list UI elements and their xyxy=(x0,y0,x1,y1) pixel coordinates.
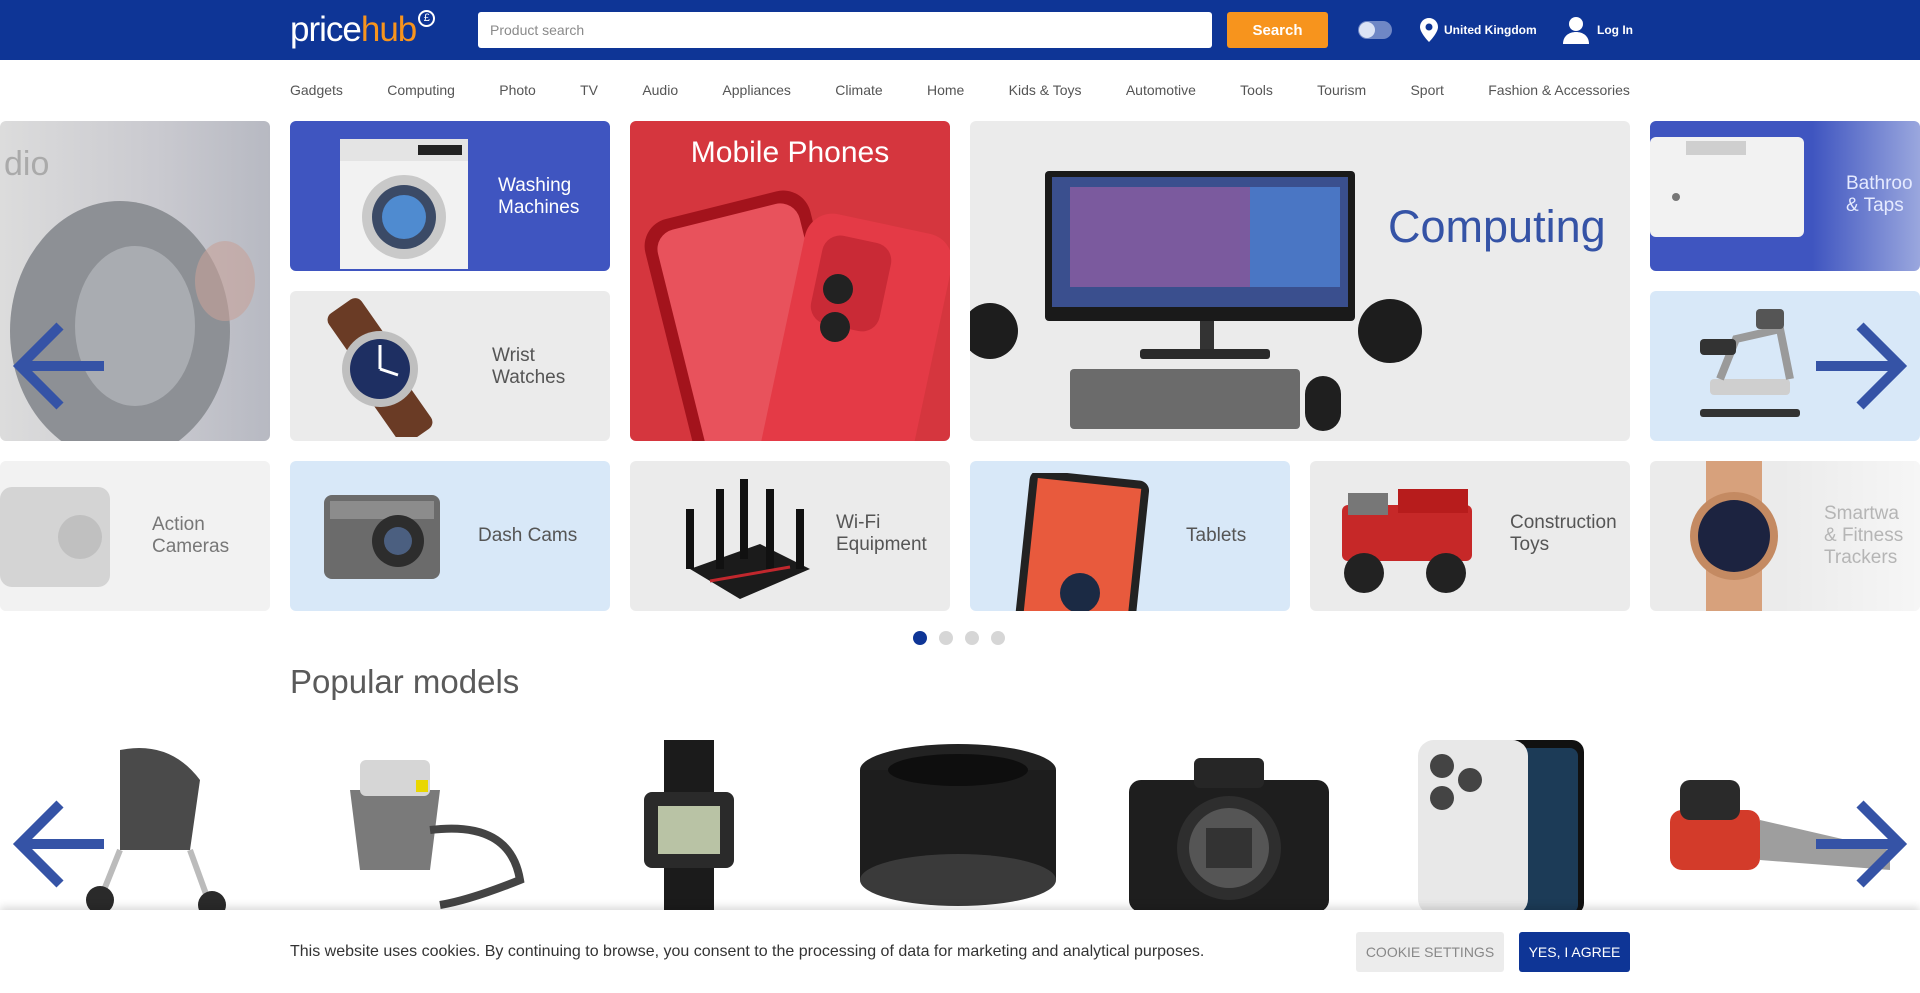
tile-bathroom-taps[interactable]: Bathroo & Taps xyxy=(1650,121,1920,271)
toy-truck-image xyxy=(1342,489,1472,593)
nav-item-fashion-accessories[interactable]: Fashion & Accessories xyxy=(1488,82,1630,98)
tile-tablets[interactable]: Tablets xyxy=(970,461,1290,611)
dash-cam-image xyxy=(324,495,440,579)
tile-label-washing-machines: Washing Machines xyxy=(498,175,580,218)
products-next-arrow[interactable] xyxy=(1808,794,1908,894)
washing-machine-image xyxy=(340,139,468,269)
product-camera-lens[interactable] xyxy=(858,740,1058,915)
carousel-dot-3[interactable] xyxy=(965,631,979,645)
tile-wrist-watches[interactable]: Wrist Watches xyxy=(290,291,610,441)
login-link[interactable]: Log In xyxy=(1563,15,1633,45)
nav-item-tools[interactable]: Tools xyxy=(1240,82,1273,98)
currency-badge: £ xyxy=(418,10,436,27)
tile-label-wifi-equipment: Wi-Fi Equipment xyxy=(836,512,927,555)
nav-item-sport[interactable]: Sport xyxy=(1410,82,1443,98)
login-label: Log In xyxy=(1597,23,1633,37)
nav-item-tv[interactable]: TV xyxy=(580,82,598,98)
smartphone-image xyxy=(644,190,950,441)
user-icon xyxy=(1563,17,1589,44)
carousel-prev-arrow[interactable] xyxy=(12,316,112,416)
smartwatch-image xyxy=(1690,461,1778,611)
product-wet-vacuum[interactable] xyxy=(320,740,530,915)
tile-mobile-phones[interactable]: Mobile Phones xyxy=(630,121,950,441)
nav-item-tourism[interactable]: Tourism xyxy=(1317,82,1366,98)
carousel-dot-2[interactable] xyxy=(939,631,953,645)
tile-label-construction-toys: Construction Toys xyxy=(1510,512,1617,555)
tile-fade-overlay xyxy=(0,461,270,611)
tablet-image xyxy=(1014,473,1150,611)
tile-washing-machines[interactable]: Washing Machines xyxy=(290,121,610,271)
carousel-dot-4[interactable] xyxy=(991,631,1005,645)
toggle-knob xyxy=(1359,22,1375,38)
nav-item-automotive[interactable]: Automotive xyxy=(1126,82,1196,98)
tile-smartwatches[interactable]: Smartwa & Fitness Trackers xyxy=(1650,461,1920,611)
search-button[interactable]: Search xyxy=(1227,12,1328,48)
exercise-bike-image xyxy=(1700,309,1800,417)
product-mirrorless-camera[interactable] xyxy=(1124,740,1334,915)
tile-label-bathroom-taps: Bathroo & Taps xyxy=(1846,173,1913,216)
category-nav: Gadgets Computing Photo TV Audio Applian… xyxy=(290,60,1630,120)
tile-label-audio: dio xyxy=(4,145,50,183)
tile-label-computing: Computing xyxy=(1388,201,1606,252)
nav-item-gadgets[interactable]: Gadgets xyxy=(290,82,343,98)
tile-label-mobile-phones: Mobile Phones xyxy=(690,136,890,169)
location-selector[interactable]: United Kingdom xyxy=(1420,16,1537,44)
tile-construction-toys[interactable]: Construction Toys xyxy=(1310,461,1630,611)
tile-computing[interactable]: Computing xyxy=(970,121,1630,441)
nav-item-climate[interactable]: Climate xyxy=(835,82,882,98)
tile-label-tablets: Tablets xyxy=(1186,525,1247,546)
cookie-settings-button[interactable]: COOKIE SETTINGS xyxy=(1356,932,1504,972)
product-search-input[interactable] xyxy=(478,12,1212,48)
cookie-consent-bar: This website uses cookies. By continuing… xyxy=(0,910,1920,993)
wristwatch-image xyxy=(327,298,433,437)
nav-item-audio[interactable]: Audio xyxy=(642,82,678,98)
location-pin-icon xyxy=(1420,18,1438,42)
tile-wifi-equipment[interactable]: Wi-Fi Equipment xyxy=(630,461,950,611)
nav-item-photo[interactable]: Photo xyxy=(499,82,536,98)
cookie-message: This website uses cookies. By continuing… xyxy=(290,943,1205,960)
bathtub-image xyxy=(1650,137,1804,237)
nav-item-computing[interactable]: Computing xyxy=(387,82,455,98)
tile-label-wrist-watches: Wrist Watches xyxy=(492,345,566,388)
carousel-dot-1[interactable] xyxy=(913,631,927,645)
nav-item-home[interactable]: Home xyxy=(927,82,964,98)
nav-item-kids-toys[interactable]: Kids & Toys xyxy=(1009,82,1082,98)
tile-action-cameras[interactable]: Action Cameras xyxy=(0,461,270,611)
computer-setup-image xyxy=(970,171,1422,431)
product-digital-watch[interactable] xyxy=(630,740,750,915)
top-header-bar: pricehub £ Search United Kingdom Log In xyxy=(0,0,1920,60)
carousel-next-arrow[interactable] xyxy=(1808,316,1908,416)
carousel-pagination xyxy=(913,631,1005,645)
products-prev-arrow[interactable] xyxy=(12,794,112,894)
wifi-router-image xyxy=(686,479,810,599)
popular-models-title: Popular models xyxy=(290,663,520,700)
location-label: United Kingdom xyxy=(1444,23,1537,37)
cookie-agree-button[interactable]: YES, I AGREE xyxy=(1519,932,1630,972)
theme-toggle[interactable] xyxy=(1358,21,1392,39)
tile-label-smartwatches: Smartwa & Fitness Trackers xyxy=(1824,503,1904,568)
tile-dash-cams[interactable]: Dash Cams xyxy=(290,461,610,611)
product-smartphone[interactable] xyxy=(1414,740,1584,915)
tile-label-action-cameras: Action Cameras xyxy=(152,514,230,557)
nav-item-appliances[interactable]: Appliances xyxy=(722,82,791,98)
tile-label-dash-cams: Dash Cams xyxy=(478,525,578,546)
pricehub-logo[interactable]: pricehub £ xyxy=(290,10,436,50)
